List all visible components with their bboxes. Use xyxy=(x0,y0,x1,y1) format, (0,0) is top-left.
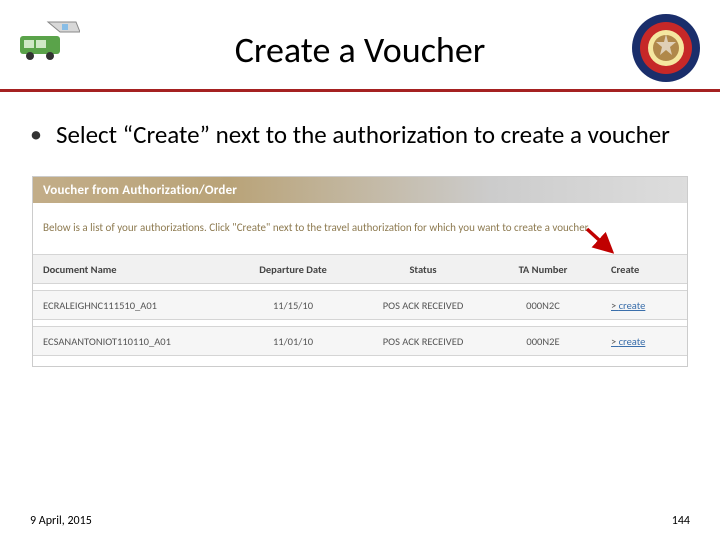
slide-header: Create a Voucher xyxy=(0,0,720,92)
create-link[interactable]: create xyxy=(611,299,645,312)
col-ta: TA Number xyxy=(493,263,593,276)
col-doc: Document Name xyxy=(33,263,233,276)
cell-departure: 11/15/10 xyxy=(233,299,353,312)
cell-doc: ECSANANTONIOT110110_A01 xyxy=(33,335,233,348)
cell-status: POS ACK RECEIVED xyxy=(353,299,493,312)
panel-banner: Voucher from Authorization/Order xyxy=(33,177,687,203)
cell-ta: 000N2C xyxy=(493,299,593,312)
seal-icon xyxy=(630,12,702,89)
bullet-text: Select “Create” next to the authorizatio… xyxy=(56,120,670,150)
col-create: Create xyxy=(593,263,687,276)
table-row: ECRALEIGHNC111510_A01 11/15/10 POS ACK R… xyxy=(33,290,687,320)
col-status: Status xyxy=(353,263,493,276)
create-link[interactable]: create xyxy=(611,335,645,348)
transport-icon xyxy=(18,18,80,67)
cell-departure: 11/01/10 xyxy=(233,335,353,348)
callout-arrow-icon xyxy=(583,225,617,260)
table-row: ECSANANTONIOT110110_A01 11/01/10 POS ACK… xyxy=(33,326,687,356)
panel-banner-label: Voucher from Authorization/Order xyxy=(43,183,237,198)
cell-doc: ECRALEIGHNC111510_A01 xyxy=(33,299,233,312)
slide-footer: 9 April, 2015 144 xyxy=(0,514,720,528)
auth-table: Document Name Departure Date Status TA N… xyxy=(33,254,687,356)
footer-date: 9 April, 2015 xyxy=(30,514,92,528)
cell-ta: 000N2E xyxy=(493,335,593,348)
cell-status: POS ACK RECEIVED xyxy=(353,335,493,348)
page-title: Create a Voucher xyxy=(0,0,720,72)
col-departure: Departure Date xyxy=(233,263,353,276)
embedded-screenshot: Voucher from Authorization/Order Below i… xyxy=(32,176,688,367)
bullet-item: • Select “Create” next to the authorizat… xyxy=(30,120,690,150)
slide-content: • Select “Create” next to the authorizat… xyxy=(0,92,720,367)
footer-page: 144 xyxy=(672,514,690,528)
bullet-icon: • xyxy=(30,120,42,150)
